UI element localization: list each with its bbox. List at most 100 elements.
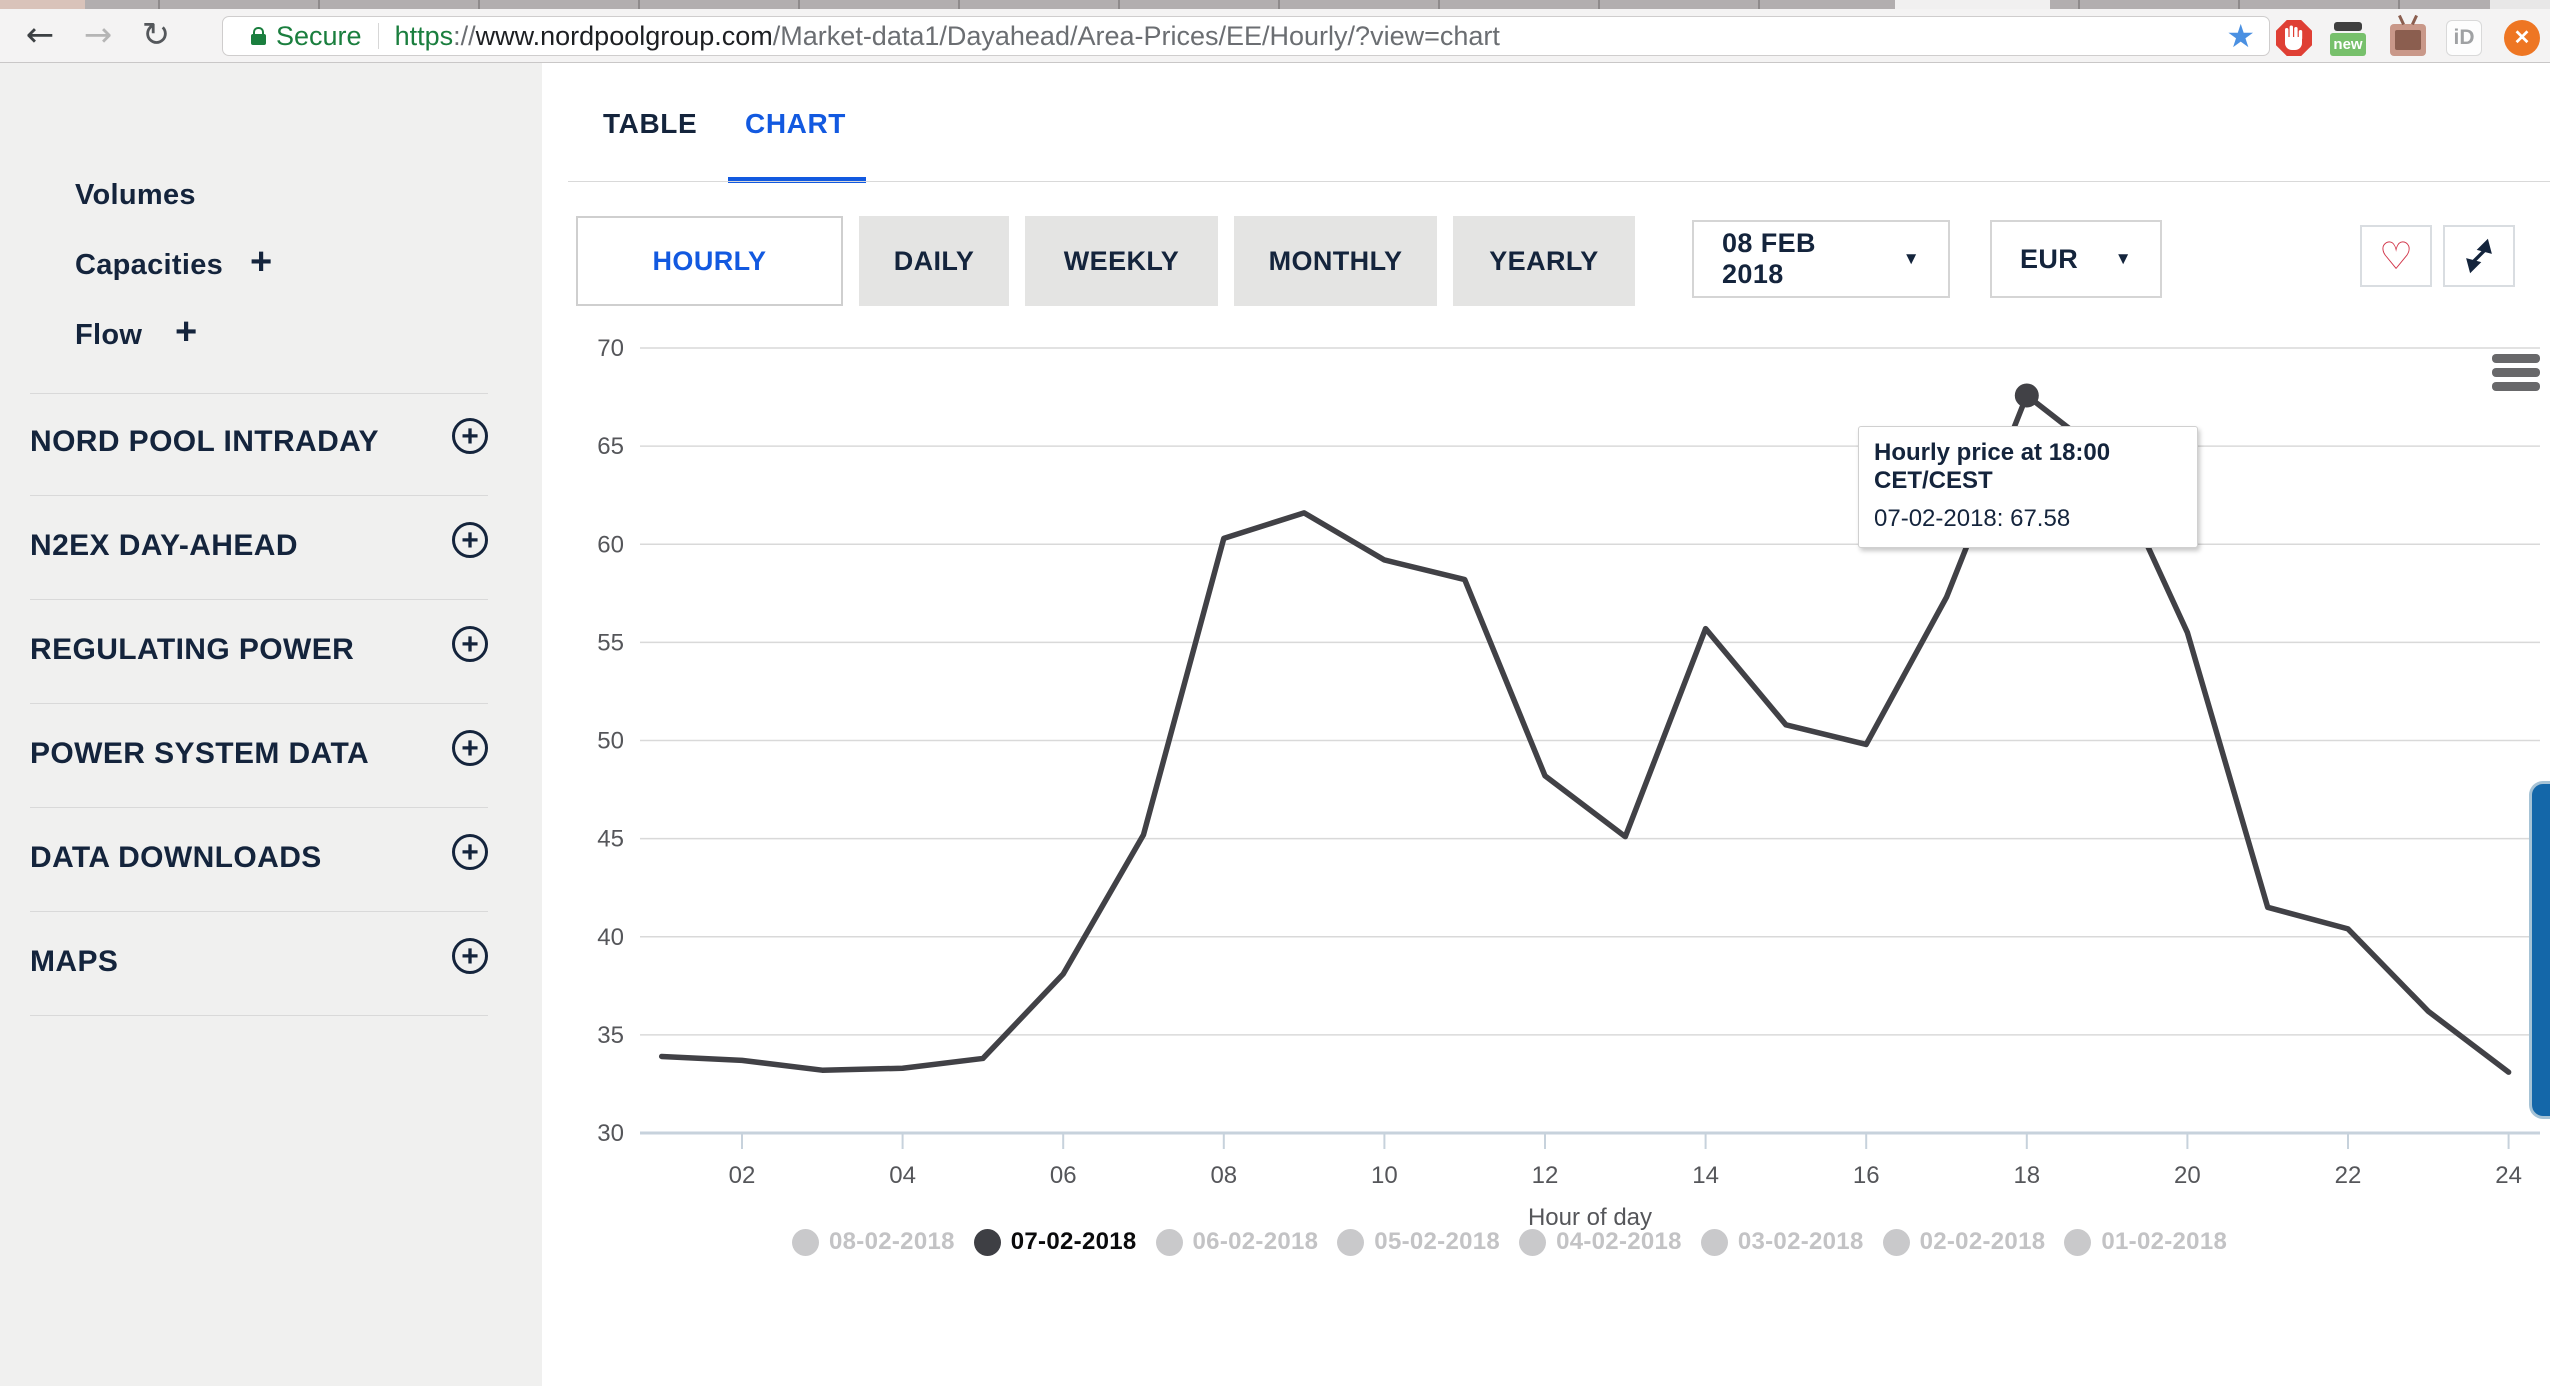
screenshot-extension-icon[interactable]: new (2330, 20, 2366, 56)
bookmark-star-icon[interactable]: ★ (2226, 17, 2255, 55)
legend-item-07-02-2018[interactable]: 07-02-2018 (974, 1228, 1137, 1256)
svg-text:70: 70 (597, 335, 624, 362)
svg-text:18: 18 (2013, 1162, 2040, 1189)
tooltip-value: 07-02-2018: 67.58 (1874, 505, 2182, 533)
legend-dot-icon (1337, 1229, 1364, 1256)
period-button-yearly[interactable]: YEARLY (1453, 216, 1635, 306)
sidebar-section-data-downloads[interactable]: DATA DOWNLOADS (30, 841, 322, 875)
legend-dot-icon (1156, 1229, 1183, 1256)
camera-bar-icon (2334, 22, 2362, 31)
expand-arrows-icon (2461, 238, 2497, 274)
tab-chart[interactable]: CHART (745, 108, 846, 140)
chart-menu-button[interactable] (2492, 354, 2540, 397)
tab-table[interactable]: TABLE (603, 108, 697, 140)
active-tab-notch (1895, 0, 2050, 9)
legend-label: 02-02-2018 (1920, 1228, 2046, 1256)
reload-button[interactable]: ↻ (134, 15, 178, 55)
url-scheme: https (395, 21, 454, 51)
date-dropdown[interactable]: 08 FEB 2018 ▼ (1692, 220, 1950, 298)
plus-icon[interactable]: + (250, 243, 272, 281)
browser-tab-strip (0, 0, 2550, 9)
expand-plus-icon[interactable]: + (452, 522, 488, 558)
legend-label: 03-02-2018 (1738, 1228, 1864, 1256)
legend-item-03-02-2018[interactable]: 03-02-2018 (1701, 1228, 1864, 1256)
legend-item-02-02-2018[interactable]: 02-02-2018 (1883, 1228, 2046, 1256)
legend-item-01-02-2018[interactable]: 01-02-2018 (2064, 1228, 2227, 1256)
legend-item-04-02-2018[interactable]: 04-02-2018 (1519, 1228, 1682, 1256)
active-tab-underline (728, 177, 866, 183)
period-button-weekly[interactable]: WEEKLY (1025, 216, 1218, 306)
new-badge: new (2330, 33, 2366, 56)
svg-text:08: 08 (1210, 1162, 1237, 1189)
url-path: /Market-data1/Dayahead/Area-Prices/EE/Ho… (773, 21, 1500, 51)
fullscreen-button[interactable] (2443, 225, 2515, 287)
svg-text:50: 50 (597, 728, 624, 755)
currency-dropdown[interactable]: EUR ▼ (1990, 220, 2162, 298)
favorite-button[interactable]: ♡ (2360, 225, 2432, 287)
date-value: 08 FEB 2018 (1722, 228, 1877, 290)
legend-item-06-02-2018[interactable]: 06-02-2018 (1156, 1228, 1319, 1256)
sidebar-divider (30, 1015, 488, 1016)
url-text[interactable]: https://www.nordpoolgroup.com/Market-dat… (395, 21, 2219, 52)
chevron-down-icon: ▼ (1903, 249, 1920, 269)
expand-plus-icon[interactable]: + (452, 626, 488, 662)
legend-label: 05-02-2018 (1374, 1228, 1500, 1256)
tv-extension-icon[interactable] (2390, 24, 2426, 56)
legend-dot-icon (1701, 1229, 1728, 1256)
legend-label: 06-02-2018 (1193, 1228, 1319, 1256)
legend-item-05-02-2018[interactable]: 05-02-2018 (1337, 1228, 1500, 1256)
browser-toolbar: ← → ↻ Secure https://www.nordpoolgroup.c… (0, 9, 2550, 63)
sidebar-section-power-system-data[interactable]: POWER SYSTEM DATA (30, 737, 369, 771)
sidebar-divider (30, 599, 488, 600)
sidebar-divider (30, 807, 488, 808)
period-button-monthly[interactable]: MONTHLY (1234, 216, 1437, 306)
svg-text:02: 02 (729, 1162, 756, 1189)
svg-text:04: 04 (889, 1162, 916, 1189)
period-button-daily[interactable]: DAILY (859, 216, 1009, 306)
tooltip-title: Hourly price at 18:00 CET/CEST (1874, 439, 2182, 495)
share-extension-icon[interactable]: ✕ (2504, 20, 2540, 56)
expand-plus-icon[interactable]: + (452, 834, 488, 870)
sidebar-section-n2ex-day-ahead[interactable]: N2EX DAY-AHEAD (30, 529, 298, 563)
period-button-hourly[interactable]: HOURLY (576, 216, 843, 306)
tabs-divider (568, 181, 2550, 182)
legend-item-08-02-2018[interactable]: 08-02-2018 (792, 1228, 955, 1256)
url-domain: www.nordpoolgroup.com (476, 21, 773, 51)
sidebar-item-capacities[interactable]: Capacities (75, 249, 223, 282)
feedback-side-tab[interactable] (2529, 781, 2550, 1119)
back-button[interactable]: ← (18, 15, 62, 55)
svg-text:22: 22 (2335, 1162, 2362, 1189)
svg-text:24: 24 (2495, 1162, 2522, 1189)
svg-text:35: 35 (597, 1022, 624, 1049)
expand-plus-icon[interactable]: + (452, 418, 488, 454)
id-extension-icon[interactable]: iD (2446, 20, 2482, 56)
sidebar-section-regulating-power[interactable]: REGULATING POWER (30, 633, 354, 667)
secure-label: Secure (276, 21, 362, 52)
tab-strip-segment-right (2490, 0, 2550, 9)
hand-icon (2282, 25, 2306, 51)
sidebar-section-maps[interactable]: MAPS (30, 945, 118, 979)
expand-plus-icon[interactable]: + (452, 730, 488, 766)
adblock-extension-icon[interactable] (2276, 20, 2312, 56)
sidebar-item-volumes[interactable]: Volumes (75, 179, 196, 212)
address-bar[interactable]: Secure https://www.nordpoolgroup.com/Mar… (222, 16, 2270, 56)
svg-text:20: 20 (2174, 1162, 2201, 1189)
heart-icon: ♡ (2379, 237, 2413, 275)
svg-text:10: 10 (1371, 1162, 1398, 1189)
sidebar-section-nord-pool-intraday[interactable]: NORD POOL INTRADAY (30, 425, 379, 459)
main-content: TABLE CHART HOURLY DAILY WEEKLY MONTHLY … (542, 63, 2550, 1386)
plus-icon[interactable]: + (175, 313, 197, 351)
tab-strip-segment (0, 0, 85, 9)
expand-plus-icon[interactable]: + (452, 938, 488, 974)
sidebar-divider (30, 495, 488, 496)
chart-tooltip: Hourly price at 18:00 CET/CEST 07-02-201… (1858, 426, 2198, 548)
sidebar-divider (30, 393, 488, 394)
sidebar-item-flow[interactable]: Flow (75, 319, 142, 352)
forward-button[interactable]: → (76, 15, 120, 55)
legend-dot-icon (1519, 1229, 1546, 1256)
legend-dot-icon (792, 1229, 819, 1256)
legend-label: 04-02-2018 (1556, 1228, 1682, 1256)
sidebar: Volumes Capacities + Flow + NORD POOL IN… (0, 63, 542, 1386)
chart-legend: 08-02-2018 07-02-2018 06-02-2018 05-02-2018… (792, 1228, 2227, 1256)
svg-text:06: 06 (1050, 1162, 1077, 1189)
